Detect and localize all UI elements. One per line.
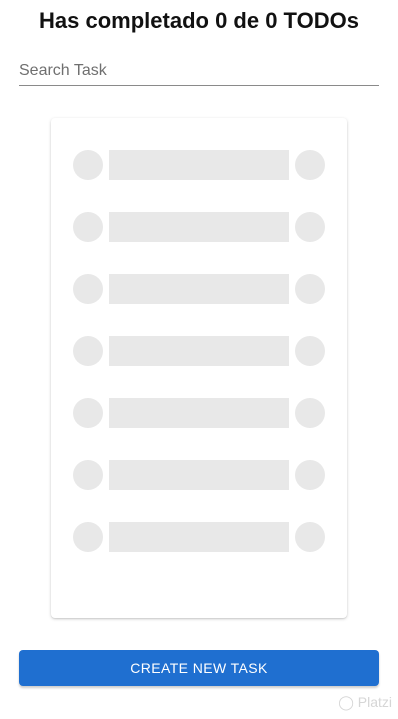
skeleton-check-placeholder — [73, 398, 103, 428]
skeleton-check-placeholder — [73, 274, 103, 304]
platzi-watermark: ◯ Platzi — [338, 694, 392, 711]
skeleton-delete-placeholder — [295, 460, 325, 490]
skeleton-text-placeholder — [109, 150, 289, 180]
search-field — [19, 58, 379, 86]
loading-skeleton-row — [73, 460, 325, 490]
skeleton-text-placeholder — [109, 274, 289, 304]
skeleton-text-placeholder — [109, 522, 289, 552]
loading-skeleton-row — [73, 398, 325, 428]
search-input[interactable] — [19, 58, 379, 84]
todo-list-card — [51, 118, 347, 618]
skeleton-delete-placeholder — [295, 212, 325, 242]
loading-skeleton-row — [73, 274, 325, 304]
watermark-text: Platzi — [357, 694, 392, 710]
skeleton-delete-placeholder — [295, 150, 325, 180]
skeleton-delete-placeholder — [295, 336, 325, 366]
loading-skeleton-row — [73, 336, 325, 366]
page-title: Has completado 0 de 0 TODOs — [39, 8, 359, 33]
todo-app: Has completado 0 de 0 TODOs Search Task … — [0, 0, 398, 719]
skeleton-delete-placeholder — [295, 398, 325, 428]
skeleton-text-placeholder — [109, 212, 289, 242]
loading-skeleton-row — [73, 212, 325, 242]
skeleton-check-placeholder — [73, 460, 103, 490]
skeleton-text-placeholder — [109, 460, 289, 490]
platzi-logo-icon: ◯ — [338, 694, 354, 710]
skeleton-delete-placeholder — [295, 274, 325, 304]
create-new-task-button[interactable]: CREATE NEW TASK — [19, 650, 379, 686]
skeleton-check-placeholder — [73, 522, 103, 552]
skeleton-text-placeholder — [109, 336, 289, 366]
skeleton-check-placeholder — [73, 150, 103, 180]
loading-skeleton-row — [73, 150, 325, 180]
skeleton-check-placeholder — [73, 212, 103, 242]
skeleton-text-placeholder — [109, 398, 289, 428]
skeleton-delete-placeholder — [295, 522, 325, 552]
loading-skeleton-row — [73, 522, 325, 552]
skeleton-check-placeholder — [73, 336, 103, 366]
